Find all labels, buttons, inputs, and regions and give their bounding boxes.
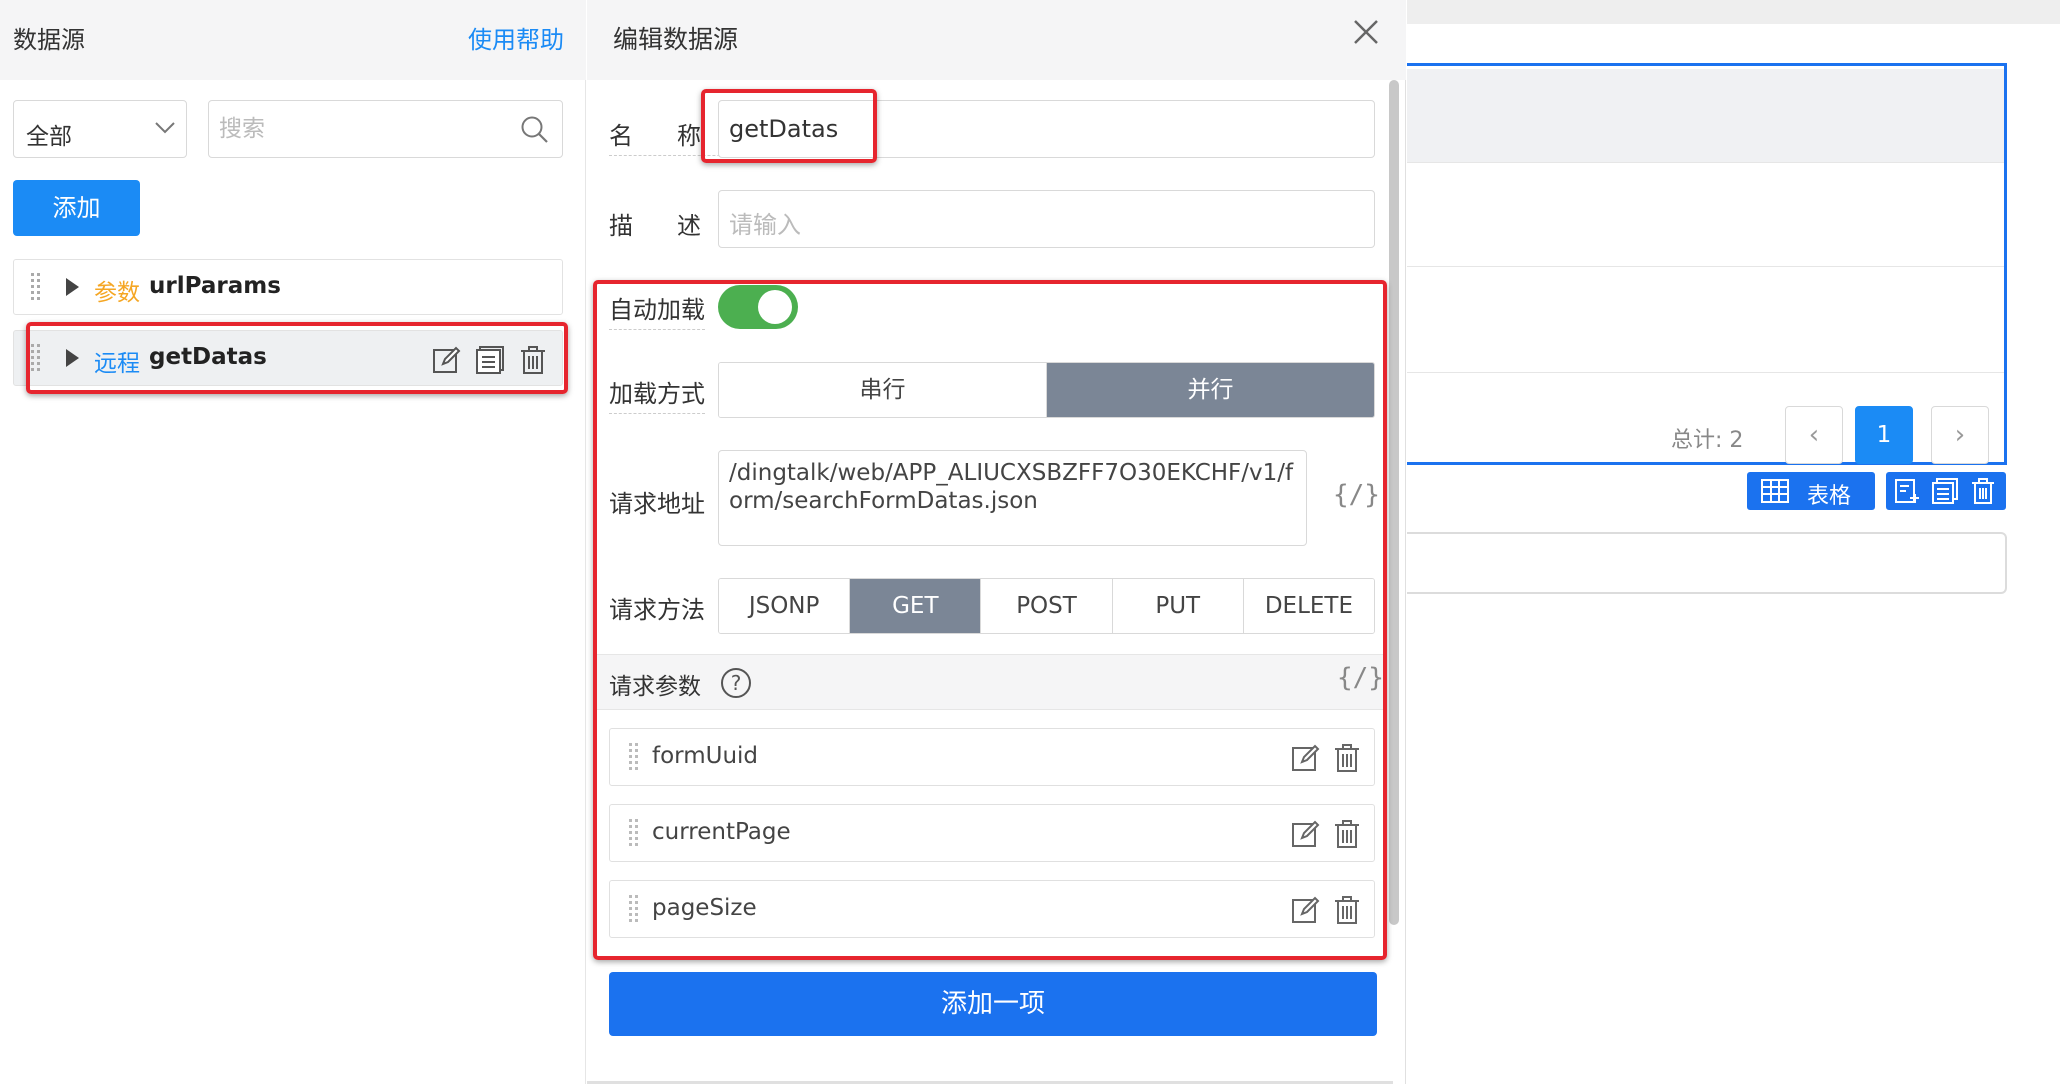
page-1-button[interactable]: 1 (1855, 406, 1913, 464)
drag-handle-icon[interactable] (628, 894, 640, 926)
drag-handle-icon[interactable] (628, 818, 640, 850)
design-canvas: 总计: 2 ‹ 1 › 表格 (1407, 0, 2060, 1084)
edit-icon[interactable] (432, 345, 462, 375)
method-delete[interactable]: DELETE (1243, 579, 1374, 633)
param-row[interactable]: pageSize (609, 880, 1375, 938)
request-params-bar: 请求参数 ? {/} (597, 654, 1384, 710)
trash-icon[interactable] (1332, 743, 1362, 773)
prev-page-button[interactable]: ‹ (1785, 406, 1843, 464)
edit-icon[interactable] (1291, 819, 1321, 849)
autoload-toggle[interactable] (718, 285, 798, 329)
edit-panel-header: 编辑数据源 (587, 0, 1406, 80)
datasource-type-label: 参数 (94, 280, 140, 306)
trash-icon[interactable] (1332, 895, 1362, 925)
autoload-label: 自动加载 (609, 290, 705, 330)
add-datasource-button[interactable]: 添加 (13, 180, 140, 236)
component-type-tag[interactable]: 表格 (1747, 472, 1875, 510)
method-put[interactable]: PUT (1112, 579, 1244, 633)
copy-icon[interactable] (475, 345, 505, 375)
edit-datasource-panel: 编辑数据源 名称 getDatas 描述 请输入 自动加载 加载方式 串行 并行… (587, 0, 1406, 1084)
trash-icon[interactable] (1332, 819, 1362, 849)
total-count: 总计: 2 (1671, 428, 1744, 453)
close-icon[interactable] (1352, 18, 1380, 46)
param-actions (1285, 895, 1362, 929)
search-input[interactable] (219, 111, 499, 147)
description-input[interactable]: 请输入 (718, 190, 1375, 248)
param-actions (1285, 743, 1362, 777)
component-type-label: 表格 (1807, 484, 1852, 509)
help-icon[interactable]: ? (721, 668, 751, 698)
drag-handle-icon[interactable] (30, 343, 42, 375)
trash-icon[interactable] (518, 345, 548, 375)
scrollbar[interactable] (1389, 80, 1399, 925)
param-name: pageSize (652, 895, 757, 921)
search-icon[interactable] (520, 115, 550, 145)
datasource-panel: 数据源 使用帮助 全部 添加 参数 urlParams (0, 0, 586, 1084)
request-url-label: 请求地址 (609, 490, 705, 518)
method-jsonp[interactable]: JSONP (719, 579, 851, 633)
edit-panel-title: 编辑数据源 (613, 25, 739, 54)
method-post[interactable]: POST (981, 579, 1113, 633)
next-page-button[interactable]: › (1931, 406, 1989, 464)
table-icon (1761, 479, 1789, 503)
add-param-button[interactable]: 添加一项 (609, 972, 1377, 1036)
name-input[interactable]: getDatas (718, 100, 1375, 158)
trash-icon[interactable] (1970, 478, 1996, 504)
datasource-actions (424, 345, 548, 379)
canvas-input-component[interactable] (1407, 532, 2007, 594)
toggle-knob (758, 290, 792, 324)
load-mode-parallel[interactable]: 并行 (1047, 363, 1374, 417)
table-row-divider (1407, 372, 2004, 373)
datasource-item-getdatas[interactable]: 远程 getDatas (13, 330, 563, 386)
edit-icon[interactable] (1291, 895, 1321, 925)
panel-title: 数据源 (13, 26, 85, 54)
param-name: formUuid (652, 743, 759, 769)
param-actions (1285, 819, 1362, 853)
request-params-label: 请求参数 (609, 674, 701, 700)
table-component[interactable]: 总计: 2 ‹ 1 › (1407, 63, 2007, 465)
datasource-item-urlparams[interactable]: 参数 urlParams (13, 259, 563, 315)
code-editor-icon[interactable]: {/} (1333, 480, 1380, 510)
expand-triangle-icon[interactable] (66, 349, 79, 367)
request-method-segment: JSONP GET POST PUT DELETE (718, 578, 1375, 634)
code-editor-icon[interactable]: {/} (1337, 663, 1384, 693)
method-get[interactable]: GET (850, 579, 982, 633)
add-above-icon[interactable] (1894, 478, 1920, 504)
request-url-input[interactable]: /dingtalk/web/APP_ALIUCXSBZFF7O30EKCHF/v… (718, 450, 1307, 546)
filter-selected-value: 全部 (26, 124, 72, 150)
table-row-divider (1407, 266, 2004, 267)
table-row-divider (1407, 162, 2004, 163)
chevron-down-icon (155, 122, 175, 134)
table-header (1407, 69, 2004, 163)
request-method-label: 请求方法 (609, 596, 705, 624)
drag-handle-icon[interactable] (628, 742, 640, 774)
load-mode-label: 加载方式 (609, 374, 705, 414)
copy-icon[interactable] (1932, 478, 1958, 504)
type-filter-select[interactable]: 全部 (13, 100, 187, 158)
canvas-top-strip (1407, 0, 2060, 24)
search-field[interactable] (208, 100, 563, 158)
help-link[interactable]: 使用帮助 (468, 20, 564, 55)
component-actions (1886, 472, 2006, 510)
expand-triangle-icon[interactable] (66, 278, 79, 296)
datasource-name: urlParams (149, 273, 281, 299)
edit-icon[interactable] (1291, 743, 1321, 773)
datasource-panel-header: 数据源 使用帮助 (0, 0, 586, 80)
load-mode-segment: 串行 并行 (718, 362, 1375, 418)
param-name: currentPage (652, 819, 791, 845)
datasource-type-label: 远程 (94, 351, 140, 377)
param-row[interactable]: formUuid (609, 728, 1375, 786)
load-mode-serial[interactable]: 串行 (719, 363, 1047, 417)
param-row[interactable]: currentPage (609, 804, 1375, 862)
drag-handle-icon[interactable] (30, 272, 42, 304)
datasource-name: getDatas (149, 344, 267, 370)
